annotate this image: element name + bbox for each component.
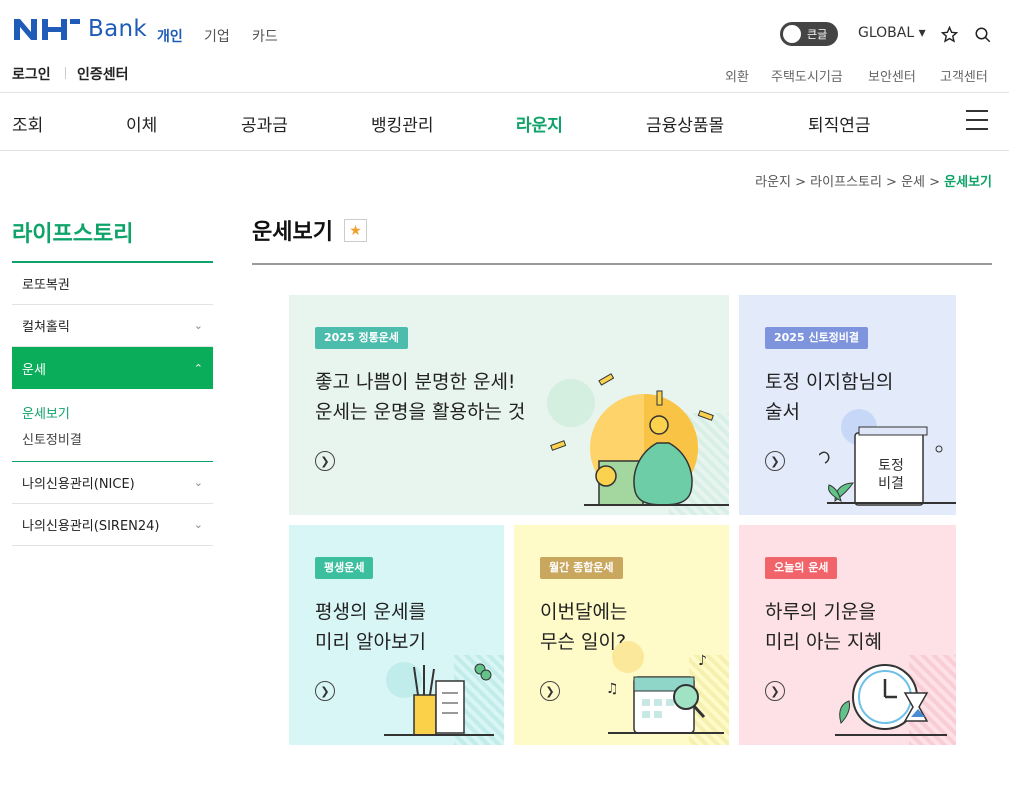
arrow-right-icon[interactable]: ❯ <box>765 451 785 471</box>
breadcrumb-path[interactable]: 라운지 > 라이프스토리 > 운세 > <box>755 175 944 190</box>
nh-bank-page: Bank 개인 기업 카드 큰글 GLOBAL ▾ 로그인 인증센터 외환 주택… <box>0 0 1009 785</box>
breadcrumb: 라운지 > 라이프스토리 > 운세 > 운세보기 <box>755 171 992 190</box>
arrow-right-icon[interactable]: ❯ <box>540 681 560 701</box>
card-badge: 월간 종합운세 <box>540 557 623 579</box>
sidebar-item-lotto[interactable]: 로또복권 <box>12 263 213 305</box>
arrow-right-icon[interactable]: ❯ <box>315 451 335 471</box>
header-divider <box>0 92 1009 93</box>
svg-text:♪: ♪ <box>698 653 707 669</box>
money-bag-illustration <box>547 373 729 515</box>
sidebar-item-credit-nice[interactable]: 나의신용관리(NICE) ⌄ <box>12 462 213 504</box>
search-icon[interactable] <box>974 26 992 44</box>
card-monthly-fortune[interactable]: 월간 종합운세 이번달에는 무슨 일이? ❯ ♫ ♪ <box>514 525 729 745</box>
sidebar-title: 라이프스토리 <box>12 222 134 247</box>
card-badge: 평생운세 <box>315 557 374 579</box>
auth-center-link[interactable]: 인증센터 <box>77 64 129 84</box>
sidebar-item-culture[interactable]: 컬쳐홀릭 ⌄ <box>12 305 213 347</box>
large-font-toggle[interactable]: 큰글 <box>780 22 838 46</box>
gnb-retirement-pension[interactable]: 퇴직연금 <box>808 111 871 136</box>
util-customer-center[interactable]: 고객센터 <box>940 66 988 85</box>
gnb-financial-mall[interactable]: 금융상품몰 <box>646 111 724 136</box>
gnb-divider <box>0 150 1009 151</box>
sidebar-sub-fortune-view[interactable]: 운세보기 <box>22 403 70 422</box>
nh-bank-logo[interactable]: Bank <box>12 16 147 42</box>
segment-corporate[interactable]: 기업 <box>204 26 230 46</box>
arrow-right-icon[interactable]: ❯ <box>315 681 335 701</box>
global-dropdown[interactable]: GLOBAL ▾ <box>858 25 926 41</box>
chevron-down-icon: ⌄ <box>193 319 203 332</box>
sidebar-item-label: 나의신용관리(NICE) <box>22 477 135 492</box>
menu-hamburger-icon[interactable] <box>966 110 988 130</box>
util-forex[interactable]: 외환 <box>725 66 749 85</box>
sidebar-item-label: 나의신용관리(SIREN24) <box>22 519 160 534</box>
tojeong-book-label: 토정 비결 <box>878 458 904 492</box>
card-title: 좋고 나쁨이 분명한 운세! 운세는 운명을 활용하는 것 <box>315 371 526 423</box>
gnb-banking-management[interactable]: 뱅킹관리 <box>371 111 434 136</box>
segment-personal[interactable]: 개인 <box>157 26 183 46</box>
favorite-star-icon[interactable] <box>941 26 958 43</box>
sidebar-item-fortune[interactable]: 운세 ⌃ <box>12 347 213 389</box>
login-link[interactable]: 로그인 <box>12 64 51 84</box>
breadcrumb-current: 운세보기 <box>944 175 992 190</box>
card-badge: 2025 정통운세 <box>315 327 408 349</box>
toggle-label: 큰글 <box>807 28 828 41</box>
card-today-fortune[interactable]: 오늘의 운세 하루의 기운을 미리 아는 지혜 ❯ <box>739 525 956 745</box>
title-underline <box>252 263 992 265</box>
gnb-inquiry[interactable]: 조회 <box>12 111 43 136</box>
add-favorite-star-icon[interactable]: ★ <box>344 219 367 242</box>
util-security-center[interactable]: 보안센터 <box>868 66 916 85</box>
logo-bank-text: Bank <box>88 16 147 42</box>
sidebar-item-label: 컬쳐홀릭 <box>22 320 70 335</box>
chevron-up-icon: ⌃ <box>193 361 203 375</box>
calendar-illustration: ♫ ♪ <box>606 641 729 745</box>
segment-card[interactable]: 카드 <box>252 26 278 46</box>
pencil-cup-illustration <box>384 655 504 745</box>
chevron-down-icon: ⌄ <box>193 518 203 531</box>
util-divider <box>65 67 66 79</box>
card-badge: 2025 신토정비결 <box>765 327 869 349</box>
chevron-down-icon: ⌄ <box>193 476 203 489</box>
card-lifetime-fortune[interactable]: 평생운세 평생의 운세를 미리 알아보기 ❯ <box>289 525 504 745</box>
sidebar-item-credit-siren[interactable]: 나의신용관리(SIREN24) ⌄ <box>12 504 213 546</box>
svg-text:♫: ♫ <box>606 681 619 697</box>
page-title: 운세보기 <box>252 220 333 245</box>
card-2025-fortune[interactable]: 2025 정통운세 좋고 나쁨이 분명한 운세! 운세는 운명을 활용하는 것 … <box>289 295 729 515</box>
sidebar-item-label: 운세 <box>22 362 46 378</box>
nh-logo-icon <box>14 19 80 40</box>
card-title: 평생의 운세를 미리 알아보기 <box>315 601 426 653</box>
util-housing-fund[interactable]: 주택도시기금 <box>771 66 843 85</box>
sidebar-item-label: 로또복권 <box>22 278 70 293</box>
card-badge: 오늘의 운세 <box>765 557 838 579</box>
card-title: 하루의 기운을 미리 아는 지혜 <box>765 601 882 653</box>
gnb-lounge[interactable]: 라운지 <box>516 111 563 136</box>
gnb-transfer[interactable]: 이체 <box>126 111 157 136</box>
clock-hourglass-illustration <box>835 655 956 745</box>
arrow-right-icon[interactable]: ❯ <box>765 681 785 701</box>
card-2025-tojeong[interactable]: 2025 신토정비결 토정 이지함님의 술서 ❯ 토정 비결 <box>739 295 956 515</box>
gnb-utilities[interactable]: 공과금 <box>241 111 288 136</box>
toggle-knob <box>783 25 801 43</box>
sidebar-sub-tojeong[interactable]: 신토정비결 <box>22 429 82 448</box>
